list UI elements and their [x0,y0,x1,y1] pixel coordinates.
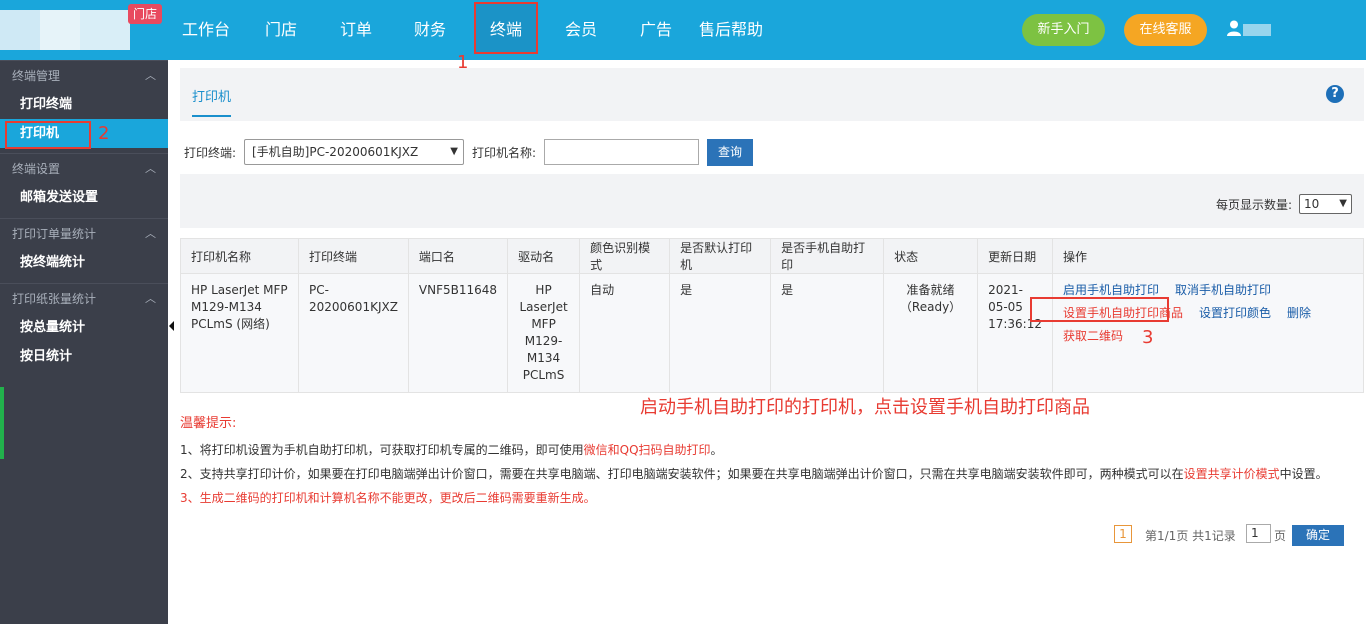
cell-status: 准备就绪（Ready） [883,273,979,393]
sidebar-item-by-terminal[interactable]: 按终端统计 [0,248,168,277]
cancel-self-print-link[interactable]: 取消手机自助打印 [1175,283,1271,297]
tip-1: 1、将打印机设置为手机自助打印机，可获取打印机专属的二维码，即可使用微信和QQ扫… [180,443,723,457]
cell-driver: HP LaserJet MFP M129-M134 PCLmS [507,273,581,393]
enable-self-print-link[interactable]: 启用手机自助打印 [1063,283,1159,297]
sidebar-group-paper-stats[interactable]: 打印纸张量统计 ︿ [0,283,168,313]
delete-link[interactable]: 删除 [1287,306,1311,320]
pagination-current-page[interactable]: 1 [1114,525,1132,543]
col-header: 操作 [1051,238,1365,274]
col-header: 是否默认打印机 [669,238,772,274]
page-size-bar: 每页显示数量: 10 ▼ [180,174,1364,228]
sidebar-group-terminal-management[interactable]: 终端管理 ︿ [0,60,168,90]
nav-workbench[interactable]: 工作台 [182,0,230,60]
query-button[interactable]: 查询 [707,139,753,166]
table-header-row: 打印机名称 打印终端 端口名 驱动名 颜色识别模式 是否默认打印机 是否手机自助… [180,238,1365,274]
page-unit-label: 页 [1274,529,1287,543]
sidebar-item-by-day[interactable]: 按日统计 [0,342,168,371]
sidebar-item-email-settings[interactable]: 邮箱发送设置 [0,183,168,212]
online-service-button[interactable]: 在线客服 [1124,14,1207,46]
chevron-up-icon: ︿ [145,69,156,82]
col-header: 驱动名 [507,238,581,274]
set-shared-pricing-link[interactable]: 设置共享计价模式 [1184,467,1280,481]
user-icon[interactable] [1227,20,1241,36]
pagination-info: 第1/1页 共1记录 [1145,529,1236,543]
annotation-box-set-goods [1030,297,1169,322]
set-print-color-link[interactable]: 设置打印颜色 [1199,306,1271,320]
col-header: 状态 [883,238,979,274]
new-user-guide-button[interactable]: 新手入门 [1022,14,1105,46]
nav-finance[interactable]: 财务 [414,0,446,60]
col-header: 更新日期 [977,238,1053,274]
get-qrcode-link[interactable]: 获取二维码 [1063,329,1123,343]
nav-ads[interactable]: 广告 [640,0,672,60]
nav-members[interactable]: 会员 [565,0,597,60]
collapse-sidebar-icon[interactable] [169,321,174,331]
annotation-box-printer [5,121,91,149]
cell-printer-name: HP LaserJet MFP M129-M134 PCLmS (网络) [180,273,299,393]
tips-section: 温馨提示: 1、将打印机设置为手机自助打印机，可获取打印机专属的二维码，即可使用… [180,412,1328,510]
logo[interactable]: 门店 [0,0,168,60]
nav-store[interactable]: 门店 [265,0,297,60]
chevron-up-icon: ︿ [145,162,156,175]
sidebar-item-by-total[interactable]: 按总量统计 [0,313,168,342]
tab-printer[interactable]: 打印机 [192,86,232,117]
content-header: 打印机 ? [180,68,1364,121]
help-icon[interactable]: ? [1326,85,1344,103]
chevron-down-icon: ▼ [1339,198,1347,209]
cell-color-mode: 自动 [579,273,671,393]
col-header: 打印终端 [298,238,409,274]
nav-terminal[interactable]: 终端 [474,2,538,54]
username-blurred [1243,24,1271,36]
col-header: 打印机名称 [180,238,299,274]
terminal-select[interactable]: [手机自助]PC-20200601KJXZ ▼ [244,139,464,165]
green-indicator [0,387,4,459]
tip-2: 2、支持共享打印计价，如果要在打印电脑端弹出计价窗口，需要在共享电脑端、打印电脑… [180,467,1328,481]
nav-after-sales-help[interactable]: 售后帮助 [699,0,763,60]
chevron-down-icon: ▼ [450,146,458,157]
printer-table: 打印机名称 打印终端 端口名 驱动名 颜色识别模式 是否默认打印机 是否手机自助… [180,238,1365,393]
sidebar-group-terminal-settings[interactable]: 终端设置 ︿ [0,153,168,183]
page-jump-confirm-button[interactable]: 确定 [1292,525,1344,546]
printer-name-input[interactable] [544,139,699,165]
page-jump-input[interactable]: 1 [1246,524,1271,543]
cell-port: VNF5B11648 [407,273,509,393]
chevron-up-icon: ︿ [145,292,156,305]
col-header: 端口名 [407,238,509,274]
cell-is-self-print: 是 [770,273,885,393]
table-row: HP LaserJet MFP M129-M134 PCLmS (网络) PC-… [180,273,1365,393]
annotation-number-3: 3 [1142,327,1154,348]
page-size-label: 每页显示数量: [1215,198,1292,212]
sidebar-group-order-stats[interactable]: 打印订单量统计 ︿ [0,218,168,248]
annotation-number-2: 2 [98,123,110,144]
chevron-up-icon: ︿ [145,227,156,240]
store-badge: 门店 [128,4,162,24]
terminal-filter-label: 打印终端: [184,146,237,160]
cell-operations: 启用手机自助打印 取消手机自助打印 设置手机自助打印商品 设置打印颜色 删除 获取二维… [1051,273,1365,393]
col-header: 颜色识别模式 [579,238,671,274]
cell-updated: 2021-05-05 17:36:12 [977,273,1053,393]
cell-terminal: PC-20200601KJXZ [298,273,409,393]
col-header: 是否手机自助打印 [770,238,885,274]
printer-name-label: 打印机名称: [472,146,537,160]
cell-is-default: 是 [669,273,772,393]
page-size-select[interactable]: 10 ▼ [1299,194,1352,214]
tip-3: 3、生成二维码的打印机和计算机名称不能更改，更改后二维码需要重新生成。 [180,491,596,505]
sidebar-item-print-terminal[interactable]: 打印终端 [0,90,168,119]
tips-title: 温馨提示: [180,416,237,431]
top-navbar: 门店 工作台 门店 订单 财务 终端 会员 广告 售后帮助 新手入门 在线客服 [0,0,1366,60]
nav-orders[interactable]: 订单 [340,0,372,60]
